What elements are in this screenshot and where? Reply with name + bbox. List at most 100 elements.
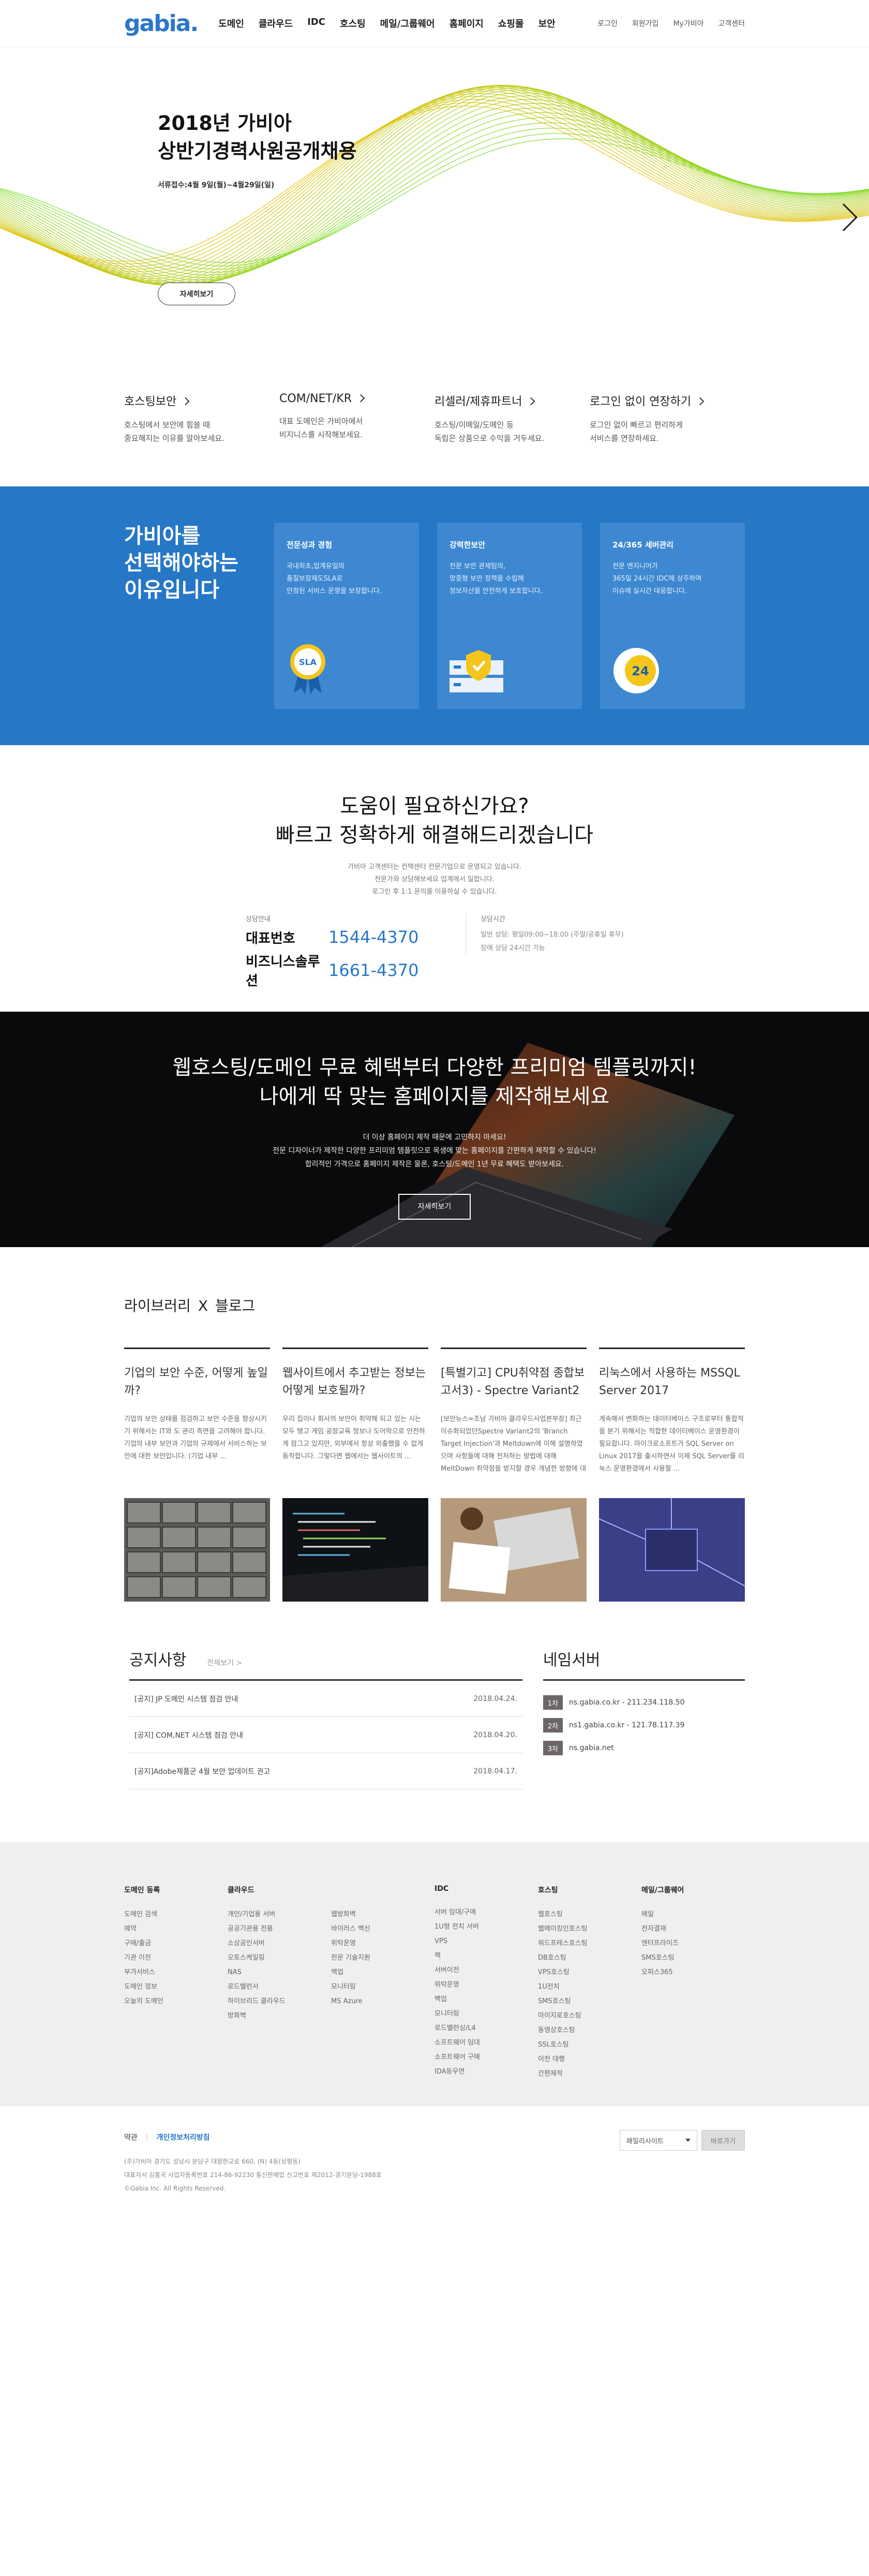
signup-link[interactable]: 회원가입	[632, 18, 659, 28]
sitemap-link[interactable]: 이전 대행	[538, 2052, 641, 2067]
quick-link-reseller[interactable]: 리셀러/제휴파트너 호스팅/이메일/도메인 등 독립은 상품으로 수익을 거두세요…	[435, 392, 590, 445]
sitemap-link[interactable]: 웹호스팅	[538, 1907, 641, 1922]
sitemap-link[interactable]: 소프트웨어 임대	[435, 2036, 538, 2050]
sitemap-link[interactable]: IDA등우연	[435, 2065, 538, 2079]
sitemap-link[interactable]: 워드프레스호스팅	[538, 1936, 641, 1951]
sitemap-link[interactable]: SSL호스팅	[538, 2038, 641, 2052]
quick-link-title: 로그인 없이 연장하기	[590, 395, 692, 408]
library-post[interactable]: [특별기고] CPU취약점 종합보고서3) - Spectre Variant2…	[441, 1348, 587, 1475]
nav-hosting[interactable]: 호스팅	[340, 17, 366, 30]
promo-detail-button[interactable]: 자세히보기	[398, 1194, 471, 1220]
quick-link-com-net-kr[interactable]: COM/NET/KR 대표 도메인은 가비아에서 비지니스를 시작해보세요.	[279, 392, 435, 445]
sitemap-link[interactable]: 부가서비스	[124, 1965, 228, 1980]
sitemap-link[interactable]: 소프트웨어 구매	[435, 2050, 538, 2065]
sitemap-link[interactable]: 공공기관용 전용	[228, 1922, 331, 1936]
sitemap-link[interactable]: SMS호스팅	[641, 1951, 745, 1965]
circuit-board-thumbnail[interactable]	[599, 1498, 745, 1602]
sitemap-link[interactable]: 백업	[331, 1965, 435, 1980]
nav-mail[interactable]: 메일/그룹웨어	[380, 17, 435, 30]
why-card-title: 전문성과 경험	[287, 540, 333, 550]
sitemap-link[interactable]: 도메인 검색	[124, 1907, 228, 1922]
nav-domain[interactable]: 도메인	[218, 17, 244, 30]
sitemap-link[interactable]: 오피스365	[641, 1965, 745, 1980]
library-post[interactable]: 리눅스에서 사용하는 MSSQL Server 2017 계속해서 변화하는 데…	[599, 1348, 745, 1475]
sitemap-link[interactable]: VPS호스팅	[538, 1965, 641, 1980]
library-post[interactable]: 기업의 보안 수준, 어떻게 높일 까? 기업의 보안 상태를 점검하고 보안 …	[124, 1348, 270, 1475]
notice-item[interactable]: [공지]Adobe제품군 4월 보안 업데이트 권고 2018.04.17.	[129, 1753, 522, 1789]
family-site-select[interactable]: 패밀리사이트	[620, 2130, 697, 2151]
sitemap-heading: IDC	[435, 1885, 449, 1893]
sitemap-link[interactable]: 바이러스 백신	[331, 1922, 435, 1936]
library-title-b[interactable]: 블로그	[215, 1297, 255, 1314]
sitemap-link[interactable]: 랙	[435, 1949, 538, 1963]
sitemap-link[interactable]: 웹방화벽	[331, 1907, 435, 1922]
library-blog-section: 라이브러리 X 블로그 기업의 보안 수준, 어떻게 높일 까? 기업의 보안 상태…	[0, 1247, 869, 1842]
notice-item[interactable]: [공지] JP 도메인 시스템 점검 안내 2018.04.24.	[129, 1681, 522, 1717]
sitemap-link[interactable]: 모니터링	[331, 1980, 435, 1994]
quick-link-renew[interactable]: 로그인 없이 연장하기 로그인 없이 빠르고 편리하게 서비스를 연장하세요.	[590, 392, 745, 445]
server-shield-icon	[450, 650, 503, 692]
sitemap-link[interactable]: 위탁운영	[435, 1978, 538, 1992]
sitemap-mail: 메일/그룹웨어 메일 전자결재 엔터프라이즈 SMS호스팅 오피스365	[641, 1885, 745, 2081]
sitemap-link[interactable]: 구매/출금	[124, 1936, 228, 1951]
rep-phone-number[interactable]: 1544-4370	[328, 927, 418, 947]
nav-cloud[interactable]: 클라우드	[259, 17, 293, 30]
sitemap-link[interactable]: 메일	[641, 1907, 745, 1922]
sitemap-link[interactable]: DB호스팅	[538, 1951, 641, 1965]
nav-security[interactable]: 보안	[538, 17, 556, 30]
sitemap-link[interactable]: 웹메이킹인호스팅	[538, 1922, 641, 1936]
sitemap-link[interactable]: 소상공인서버	[228, 1936, 331, 1951]
gabia-logo[interactable]: gabia.	[124, 10, 199, 37]
sitemap-link[interactable]: SMS호스팅	[538, 1994, 641, 2009]
customer-center-link[interactable]: 고객센터	[718, 18, 745, 28]
login-link[interactable]: 로그인	[597, 18, 618, 28]
sitemap-link[interactable]: 서버이전	[435, 1963, 538, 1978]
quick-link-desc: 대표 도메인은 가비아에서	[279, 417, 363, 426]
mygabia-link[interactable]: My가비아	[673, 18, 703, 28]
code-screen-thumbnail[interactable]	[282, 1498, 428, 1602]
sitemap-link[interactable]: 오늘의 도메인	[124, 1994, 228, 2009]
sitemap-hosting: 호스팅 웹호스팅 웹메이킹인호스팅 워드프레스호스팅 DB호스팅 VPS호스팅 1U전치 S…	[538, 1885, 641, 2081]
sitemap-link[interactable]: 개인/기업용 서버	[228, 1907, 331, 1922]
sitemap-link[interactable]: 엔터프라이즈	[641, 1936, 745, 1951]
sitemap-link[interactable]: 하이브리드 클라우드	[228, 1994, 331, 2009]
sitemap-link[interactable]: 전자결재	[641, 1922, 745, 1936]
sitemap-link[interactable]: 동영상호스팅	[538, 2023, 641, 2038]
sitemap-link[interactable]: 모니터링	[435, 2007, 538, 2021]
sitemap-link[interactable]: 예약	[124, 1922, 228, 1936]
sitemap-link[interactable]: 로드밸런서	[228, 1980, 331, 1994]
sitemap-link[interactable]: MS Azure	[331, 1994, 435, 2009]
sitemap-link[interactable]: 방화벽	[228, 2009, 331, 2023]
sitemap-link[interactable]: VPS	[435, 1934, 538, 1949]
sitemap-link[interactable]: 간편제작	[538, 2067, 641, 2081]
file-drawers-thumbnail[interactable]	[124, 1498, 270, 1602]
desk-laptop-thumbnail[interactable]	[441, 1498, 587, 1602]
notice-more-link[interactable]: 전체보기 >	[207, 1657, 242, 1668]
family-site-go-button[interactable]: 바로가기	[701, 2130, 745, 2151]
sitemap-link[interactable]: 마이지로호스팅	[538, 2009, 641, 2023]
sitemap-link[interactable]: 도메인 정보	[124, 1980, 228, 1994]
sitemap-link[interactable]: 1U형 전치 서버	[435, 1920, 538, 1934]
hero-detail-button[interactable]: 자세히보기	[158, 283, 235, 305]
sitemap-link[interactable]: 1U전치	[538, 1980, 641, 1994]
sitemap-link[interactable]: 서버 임대/구매	[435, 1905, 538, 1920]
privacy-link[interactable]: 개인정보처리방침	[156, 2132, 209, 2142]
site-header: gabia. 도메인 클라우드 IDC 호스팅 메일/그룹웨어 홈페이지 쇼핑몰…	[0, 0, 869, 47]
sitemap-link[interactable]: 로드밸런싱/L4	[435, 2021, 538, 2036]
sitemap-link[interactable]: 전문 기술지원	[331, 1951, 435, 1965]
nav-shop[interactable]: 쇼핑몰	[498, 17, 524, 30]
sitemap-link[interactable]: 기관 이전	[124, 1951, 228, 1965]
nav-homepage[interactable]: 홈페이지	[450, 17, 484, 30]
terms-link[interactable]: 약관	[124, 2132, 138, 2142]
biz-phone-number[interactable]: 1661-4370	[328, 960, 418, 980]
notice-item[interactable]: [공지] COM,NET 시스템 점검 안내 2018.04.20.	[129, 1717, 522, 1753]
library-post[interactable]: 웹사이트에서 추고받는 정보는 어떻게 보호될까? 우리 집이나 회사의 보안이…	[282, 1348, 428, 1475]
nav-idc[interactable]: IDC	[307, 17, 325, 30]
sitemap-link[interactable]: 오토스케일링	[228, 1951, 331, 1965]
sitemap-link[interactable]: 백업	[435, 1992, 538, 2007]
sitemap-link[interactable]: 위탁운영	[331, 1936, 435, 1951]
sitemap-link[interactable]: NAS	[228, 1965, 331, 1980]
quick-link-desc: 비지니스를 시작해보세요.	[279, 430, 363, 439]
quick-link-hosting-security[interactable]: 호스팅보안 호스팅에서 보안에 힘쓸 때 중요해지는 이유를 알아보세요.	[124, 392, 279, 445]
library-title-a[interactable]: 라이브러리	[124, 1297, 191, 1314]
